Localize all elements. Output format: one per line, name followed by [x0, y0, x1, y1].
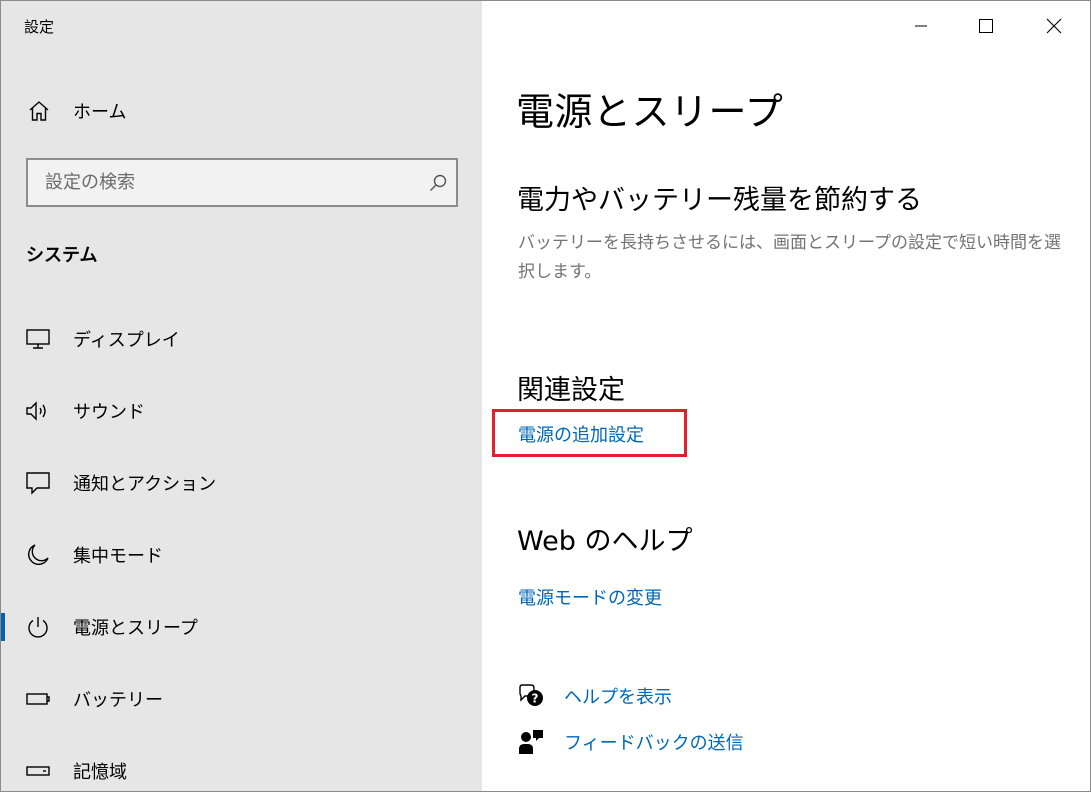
battery-icon [23, 684, 53, 714]
search-box [26, 158, 458, 207]
maximize-button[interactable] [952, 1, 1020, 51]
sidebar-item-label: 集中モード [73, 546, 163, 567]
monitor-icon [23, 324, 53, 354]
minimize-icon [915, 25, 927, 27]
feedback-icon [516, 727, 546, 757]
feedback-row[interactable]: フィードバックの送信 [516, 726, 744, 758]
feedback-link[interactable]: フィードバックの送信 [564, 729, 744, 755]
sidebar-item-label: 記憶域 [73, 762, 127, 783]
main-content: 電源とスリープ 電力やバッテリー残量を節約する バッテリーを長持ちさせるには、画… [482, 1, 1090, 791]
storage-icon [23, 756, 53, 786]
help-chat-icon: ? [516, 681, 546, 711]
power-icon [23, 612, 53, 642]
moon-icon [23, 540, 53, 570]
save-power-description: バッテリーを長持ちさせるには、画面とスリープの設定で短い時間を選択します。 [518, 233, 1061, 282]
notification-icon [23, 468, 53, 498]
power-mode-change-link[interactable]: 電源モードの変更 [518, 584, 662, 610]
sidebar-item-label: 通知とアクション [73, 474, 217, 495]
sidebar-item-notifications[interactable]: 通知とアクション [1, 461, 482, 505]
section-title: システム [26, 245, 98, 266]
active-indicator [1, 613, 5, 641]
sidebar-home[interactable]: ホーム [25, 95, 126, 127]
home-icon [25, 97, 53, 125]
search-icon[interactable] [420, 173, 456, 193]
save-power-heading: 電力やバッテリー残量を節約する [517, 185, 922, 216]
speaker-icon [23, 396, 53, 426]
sidebar-item-storage[interactable]: 記憶域 [1, 749, 482, 791]
sidebar-item-label: ディスプレイ [73, 330, 180, 351]
sidebar-item-sound[interactable]: サウンド [1, 389, 482, 433]
help-link[interactable]: ヘルプを表示 [564, 683, 672, 709]
related-settings-heading: 関連設定 [517, 375, 625, 406]
page-title: 電源とスリープ [516, 90, 784, 134]
sidebar-item-power-sleep[interactable]: 電源とスリープ [1, 605, 482, 649]
sidebar: 設定 ホーム システム [1, 1, 482, 791]
sidebar-item-battery[interactable]: バッテリー [1, 677, 482, 721]
app-title: 設定 [24, 18, 55, 36]
minimize-button[interactable] [887, 1, 955, 51]
sidebar-item-focus-assist[interactable]: 集中モード [1, 533, 482, 577]
search-input[interactable] [28, 160, 420, 205]
close-button[interactable] [1020, 1, 1088, 51]
sidebar-item-label: 電源とスリープ [73, 618, 198, 639]
additional-power-settings-link[interactable]: 電源の追加設定 [518, 421, 644, 447]
settings-window: 設定 ホーム システム [0, 0, 1091, 792]
sidebar-item-label: サウンド [73, 402, 145, 423]
maximize-icon [979, 19, 993, 33]
help-row[interactable]: ? ヘルプを表示 [516, 680, 672, 712]
web-help-heading: Web のヘルプ [517, 526, 693, 557]
sidebar-item-label: バッテリー [73, 690, 163, 711]
home-label: ホーム [73, 102, 127, 123]
svg-text:?: ? [532, 692, 539, 706]
sidebar-item-display[interactable]: ディスプレイ [1, 317, 482, 361]
close-icon [1046, 18, 1062, 34]
